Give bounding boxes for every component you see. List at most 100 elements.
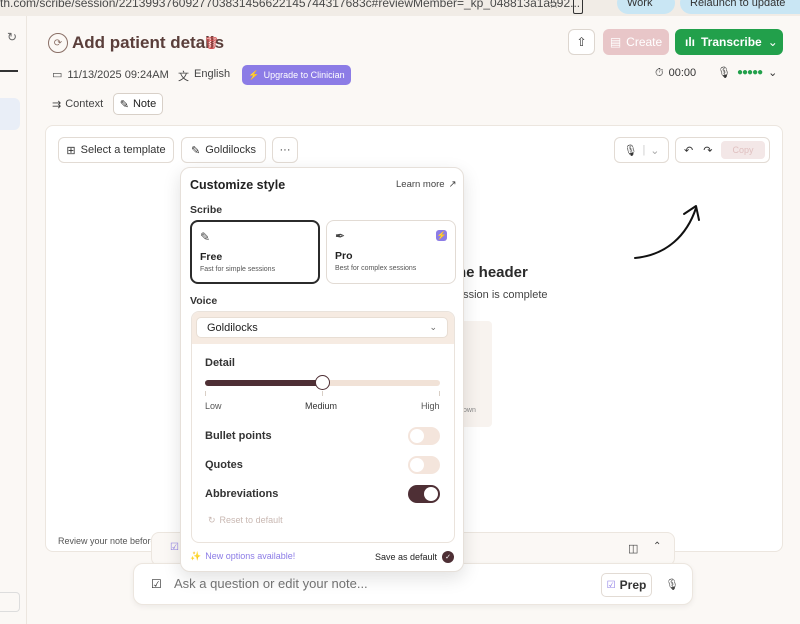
session-date-text: 11/13/2025 09:24AM <box>67 68 169 81</box>
tab-context-label: Context <box>65 98 104 110</box>
style-button[interactable]: ✎ Goldilocks <box>181 137 266 163</box>
share-icon: ⇧ <box>576 35 587 49</box>
learn-more-label: Learn more <box>396 179 445 190</box>
scribe-option-title: Free <box>200 251 223 263</box>
page-title[interactable]: Add patient details <box>72 33 224 53</box>
bolt-icon: ⚡ <box>248 69 260 80</box>
scribe-option-pro[interactable]: ✒ ⚡ Pro Best for complex sessions <box>326 220 456 284</box>
detail-slider-thumb[interactable] <box>315 375 330 390</box>
session-timer: ⏱ 00:00 <box>655 67 696 80</box>
translate-icon: 文 <box>178 71 189 83</box>
reset-icon: ↻ <box>208 515 216 525</box>
pen-nib-icon: ✒ <box>335 229 346 243</box>
create-label: Create <box>626 35 663 49</box>
pencil-icon: ✎ <box>119 98 129 111</box>
extension-icon[interactable] <box>573 0 583 14</box>
tab-context[interactable]: ⇉ Context <box>52 94 103 114</box>
refresh-icon[interactable]: ↻ <box>7 30 17 44</box>
profile-label: Work <box>627 0 653 9</box>
checkbox-checked-icon[interactable]: ✓ <box>442 551 455 563</box>
new-options-label: New options available! <box>205 551 296 561</box>
save-as-default[interactable]: Save as default ✓ <box>375 551 455 563</box>
detail-level-low: Low <box>205 401 222 411</box>
relaunch-button[interactable]: Relaunch to update <box>680 0 800 14</box>
template-icon: ⊞ <box>66 144 76 157</box>
language-text: English <box>194 68 231 80</box>
learn-more-link[interactable]: Learn more ↗ <box>396 179 457 190</box>
scribe-option-desc: Best for complex sessions <box>335 265 417 272</box>
option-label-bullet-points: Bullet points <box>205 430 272 442</box>
microphone-icon[interactable]: 🎙 <box>665 578 679 591</box>
scribe-option-free[interactable]: ✎ Free Fast for simple sessions <box>190 220 320 284</box>
context-icon: ⇉ <box>52 98 62 111</box>
sidebar-item-active[interactable] <box>0 98 20 130</box>
undo-icon[interactable]: ↶ <box>684 144 693 157</box>
save-default-label: Save as default <box>375 552 438 562</box>
copy-label: Copy <box>732 145 754 155</box>
scribe-option-desc: Fast for simple sessions <box>200 266 276 273</box>
microphone-icon: 🎙 <box>623 144 638 157</box>
mic-level-dots: ●●●●● <box>736 67 763 78</box>
copy-button[interactable]: Copy <box>721 141 765 159</box>
chevron-down-icon: ⌄ <box>768 67 778 79</box>
session-date[interactable]: ▭ 11/13/2025 09:24AM <box>52 68 169 82</box>
transcribe-label: Transcribe <box>701 35 762 49</box>
chevron-down-icon[interactable]: ⌄ <box>650 144 659 157</box>
select-template-button[interactable]: ⊞ Select a template <box>58 137 174 163</box>
review-notice: Review your note before <box>58 536 153 546</box>
scribe-section-label: Scribe <box>190 204 223 216</box>
voice-select[interactable]: Goldilocks ⌄ <box>196 317 448 338</box>
more-icon: ··· <box>279 144 291 156</box>
sidebar-bottom-button[interactable] <box>0 592 20 612</box>
share-button[interactable]: ⇧ <box>568 29 595 55</box>
prep-button[interactable]: ☑ Prep <box>601 573 652 597</box>
toggle-quotes[interactable] <box>408 456 440 474</box>
upgrade-label: Upgrade to Clinician <box>263 70 345 80</box>
profile-button[interactable]: Work <box>617 0 675 14</box>
external-link-icon: ↗ <box>448 179 457 190</box>
ask-input[interactable] <box>174 576 574 591</box>
relaunch-label: Relaunch to update <box>690 0 786 9</box>
reset-label: Reset to default <box>219 515 283 525</box>
more-button[interactable]: ··· <box>272 137 298 163</box>
slider-tick <box>322 391 323 396</box>
voice-section-label: Voice <box>190 295 218 307</box>
document-icon: ▤ <box>609 35 622 49</box>
panel-icon[interactable]: ◫ <box>628 542 638 555</box>
chevron-up-icon[interactable]: ⌃ <box>653 541 661 552</box>
detail-label: Detail <box>205 357 235 369</box>
option-label-quotes: Quotes <box>205 459 243 471</box>
upgrade-button[interactable]: ⚡ Upgrade to Clinician <box>242 65 351 85</box>
bookmark-star-icon[interactable]: ☆ <box>548 0 560 12</box>
tab-note[interactable]: ✎ Note <box>113 93 163 115</box>
checkbox-icon: ☑ <box>606 579 616 591</box>
redo-icon[interactable]: ↷ <box>703 144 712 157</box>
address-bar[interactable]: th.com/scribe/session/221399376092770383… <box>0 0 580 10</box>
empty-state-heading: ne header <box>457 264 528 281</box>
detail-slider-fill <box>205 380 323 386</box>
patient-icon[interactable]: ⟳ <box>48 33 68 53</box>
tab-note-label: Note <box>132 98 157 110</box>
new-options-notice[interactable]: ✨ New options available! <box>190 551 295 562</box>
reset-to-default-button[interactable]: ↻ Reset to default <box>208 515 283 526</box>
pencil-icon: ✎ <box>191 144 201 157</box>
dictate-button[interactable]: 🎙 | ⌄ <box>614 137 669 163</box>
create-button[interactable]: ▤ Create <box>603 29 669 55</box>
preview-card-label: own <box>463 407 476 414</box>
transcribe-button[interactable]: ılı Transcribe ⌄ <box>675 29 783 55</box>
toggle-abbreviations[interactable] <box>408 485 440 503</box>
slider-tick <box>439 391 440 396</box>
empty-state-subtext: ession is complete <box>457 289 548 301</box>
detail-level-high: High <box>421 401 440 411</box>
stopwatch-icon: ⏱ <box>655 67 664 79</box>
option-label-abbreviations: Abbreviations <box>205 488 279 500</box>
mic-level-selector[interactable]: 🎙 ●●●●● ⌄ <box>717 66 777 79</box>
language-selector[interactable]: 文 English <box>178 68 230 84</box>
edit-icon: ☑ <box>151 577 162 591</box>
scribe-option-title: Pro <box>335 250 353 262</box>
chevron-down-icon[interactable]: ⌄ <box>768 35 778 49</box>
toggle-bullet-points[interactable] <box>408 427 440 445</box>
voice-select-value: Goldilocks <box>207 321 258 334</box>
trash-icon[interactable]: 🗑 <box>204 36 219 50</box>
style-button-label: Goldilocks <box>205 144 256 156</box>
